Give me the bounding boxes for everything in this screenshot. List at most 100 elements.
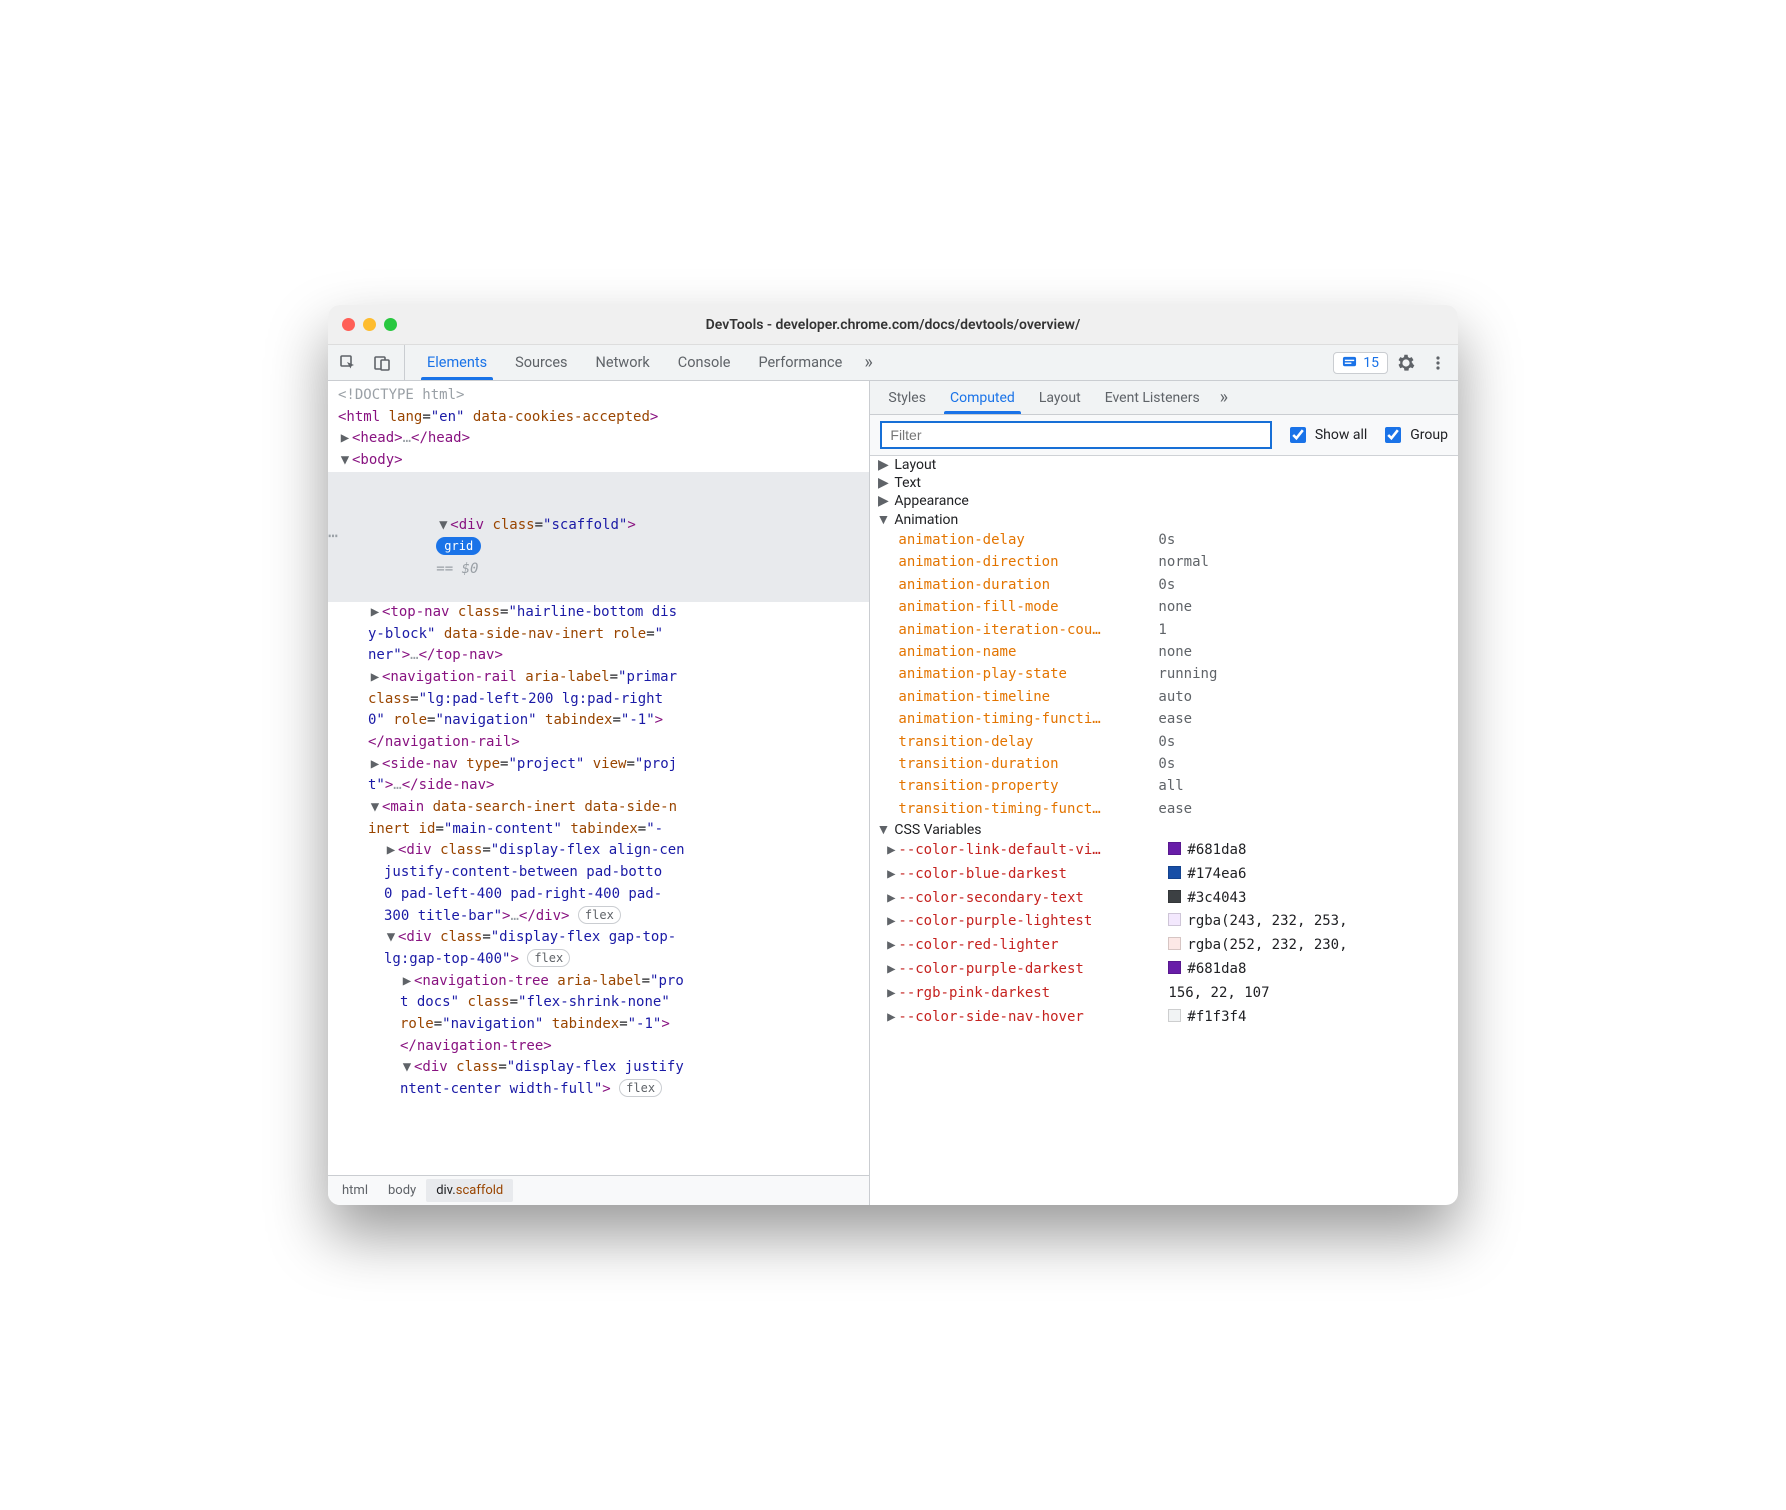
computed-property[interactable]: animation-directionnormal bbox=[870, 551, 1458, 573]
expand-icon[interactable]: ▶ bbox=[884, 1006, 898, 1030]
dom-navrail-l2[interactable]: class="lg:pad-left-200 lg:pad-right bbox=[328, 689, 869, 711]
more-menu-icon[interactable] bbox=[1424, 349, 1452, 377]
section-text[interactable]: ▶Text bbox=[870, 474, 1458, 492]
dom-navrail-l3[interactable]: 0" role="navigation" tabindex="-1"> bbox=[328, 710, 869, 732]
dom-head[interactable]: ▶<head>…</head> bbox=[328, 428, 869, 450]
section-layout[interactable]: ▶Layout bbox=[870, 456, 1458, 474]
css-variable[interactable]: ▶--color-purple-darkest#681da8 bbox=[870, 958, 1458, 982]
dom-html-open[interactable]: <html lang="en" data-cookies-accepted> bbox=[328, 407, 869, 429]
dom-div-titlebar-l3[interactable]: 0 pad-left-400 pad-right-400 pad- bbox=[328, 884, 869, 906]
computed-property[interactable]: transition-delay0s bbox=[870, 731, 1458, 753]
css-variable[interactable]: ▶--color-secondary-text#3c4043 bbox=[870, 887, 1458, 911]
group-input[interactable] bbox=[1385, 427, 1401, 443]
more-subtabs-icon[interactable]: » bbox=[1212, 381, 1236, 414]
expand-icon[interactable]: ▶ bbox=[884, 887, 898, 911]
color-swatch[interactable] bbox=[1168, 890, 1181, 903]
color-swatch[interactable] bbox=[1168, 937, 1181, 950]
dom-tree[interactable]: <!DOCTYPE html> <html lang="en" data-coo… bbox=[328, 381, 869, 1175]
section-appearance[interactable]: ▶Appearance bbox=[870, 492, 1458, 510]
css-variable[interactable]: ▶--color-blue-darkest#174ea6 bbox=[870, 863, 1458, 887]
section-animation[interactable]: ▼Animation bbox=[870, 510, 1458, 529]
computed-property[interactable]: animation-iteration-cou…1 bbox=[870, 619, 1458, 641]
breadcrumb-div-scaffold[interactable]: div.scaffold bbox=[426, 1179, 513, 1202]
tab-elements[interactable]: Elements bbox=[413, 345, 501, 380]
computed-property[interactable]: animation-timelineauto bbox=[870, 686, 1458, 708]
color-swatch[interactable] bbox=[1168, 913, 1181, 926]
dom-div-titlebar-l2[interactable]: justify-content-between pad-botto bbox=[328, 862, 869, 884]
dom-sidenav-l2[interactable]: t">…</side-nav> bbox=[328, 775, 869, 797]
color-swatch[interactable] bbox=[1168, 842, 1181, 855]
dom-main[interactable]: ▼<main data-search-inert data-side-n bbox=[328, 797, 869, 819]
computed-property[interactable]: animation-delay0s bbox=[870, 529, 1458, 551]
device-toolbar-icon[interactable] bbox=[368, 349, 396, 377]
css-variable[interactable]: ▶--color-link-default-vi…#681da8 bbox=[870, 839, 1458, 863]
filter-input[interactable] bbox=[880, 421, 1271, 449]
issues-button[interactable]: 15 bbox=[1333, 352, 1388, 374]
tab-sources[interactable]: Sources bbox=[501, 345, 581, 380]
layout-badge-flex-3[interactable]: flex bbox=[619, 1079, 662, 1097]
css-variable[interactable]: ▶--color-red-lighterrgba(252, 232, 230, bbox=[870, 934, 1458, 958]
close-window-button[interactable] bbox=[342, 318, 355, 331]
css-variable[interactable]: ▶--rgb-pink-darkest156, 22, 107 bbox=[870, 982, 1458, 1006]
dom-scaffold-row[interactable]: ⋯ ▼<div class="scaffold"> grid == $0 bbox=[328, 472, 869, 602]
group-checkbox[interactable]: Group bbox=[1381, 424, 1448, 446]
computed-property[interactable]: animation-timing-functi…ease bbox=[870, 708, 1458, 730]
settings-icon[interactable] bbox=[1392, 349, 1420, 377]
computed-property[interactable]: animation-duration0s bbox=[870, 574, 1458, 596]
subtab-styles[interactable]: Styles bbox=[876, 381, 938, 414]
expand-icon[interactable]: ▶ bbox=[884, 863, 898, 887]
layout-badge-flex-2[interactable]: flex bbox=[527, 949, 570, 967]
dom-navrail[interactable]: ▶<navigation-rail aria-label="primar bbox=[328, 667, 869, 689]
dom-div-gap[interactable]: ▼<div class="display-flex gap-top- bbox=[328, 927, 869, 949]
show-all-input[interactable] bbox=[1290, 427, 1306, 443]
expand-icon[interactable]: ▶ bbox=[884, 958, 898, 982]
expand-icon[interactable]: ▶ bbox=[884, 839, 898, 863]
color-swatch[interactable] bbox=[1168, 866, 1181, 879]
color-swatch[interactable] bbox=[1168, 1009, 1181, 1022]
computed-property[interactable]: transition-duration0s bbox=[870, 753, 1458, 775]
breadcrumb-html[interactable]: html bbox=[332, 1179, 378, 1202]
dom-navtree-l2[interactable]: t docs" class="flex-shrink-none" bbox=[328, 992, 869, 1014]
dom-main-l2[interactable]: inert id="main-content" tabindex="- bbox=[328, 819, 869, 841]
dom-div-titlebar-l4[interactable]: 300 title-bar">…</div> flex bbox=[328, 906, 869, 928]
show-all-checkbox[interactable]: Show all bbox=[1286, 424, 1367, 446]
tab-performance[interactable]: Performance bbox=[744, 345, 856, 380]
inspect-element-icon[interactable] bbox=[334, 349, 362, 377]
dom-body[interactable]: ▼<body> bbox=[328, 450, 869, 472]
breadcrumb-body[interactable]: body bbox=[378, 1179, 426, 1202]
maximize-window-button[interactable] bbox=[384, 318, 397, 331]
dom-navtree-l4[interactable]: </navigation-tree> bbox=[328, 1036, 869, 1058]
dom-div-width-full-l2[interactable]: ntent-center width-full"> flex bbox=[328, 1079, 869, 1101]
section-css-variables[interactable]: ▼CSS Variables bbox=[870, 820, 1458, 839]
dom-topnav-l2[interactable]: y-block" data-side-nav-inert role=" bbox=[328, 624, 869, 646]
more-tabs-icon[interactable]: » bbox=[856, 345, 880, 380]
dom-navtree-l3[interactable]: role="navigation" tabindex="-1"> bbox=[328, 1014, 869, 1036]
row-actions-icon[interactable]: ⋯ bbox=[328, 472, 340, 602]
computed-property[interactable]: transition-propertyall bbox=[870, 775, 1458, 797]
tab-network[interactable]: Network bbox=[582, 345, 664, 380]
dom-div-width-full[interactable]: ▼<div class="display-flex justify bbox=[328, 1057, 869, 1079]
subtab-computed[interactable]: Computed bbox=[938, 381, 1027, 414]
tab-console[interactable]: Console bbox=[664, 345, 745, 380]
dom-sidenav[interactable]: ▶<side-nav type="project" view="proj bbox=[328, 754, 869, 776]
dom-div-titlebar[interactable]: ▶<div class="display-flex align-cen bbox=[328, 840, 869, 862]
expand-icon[interactable]: ▶ bbox=[884, 934, 898, 958]
css-variable[interactable]: ▶--color-purple-lightestrgba(243, 232, 2… bbox=[870, 910, 1458, 934]
minimize-window-button[interactable] bbox=[363, 318, 376, 331]
dom-topnav[interactable]: ▶<top-nav class="hairline-bottom dis bbox=[328, 602, 869, 624]
computed-property[interactable]: animation-namenone bbox=[870, 641, 1458, 663]
dom-div-gap-l2[interactable]: lg:gap-top-400"> flex bbox=[328, 949, 869, 971]
expand-icon[interactable]: ▶ bbox=[884, 910, 898, 934]
computed-property[interactable]: animation-fill-modenone bbox=[870, 596, 1458, 618]
dom-navtree[interactable]: ▶<navigation-tree aria-label="pro bbox=[328, 971, 869, 993]
dom-topnav-l3[interactable]: ner">…</top-nav> bbox=[328, 645, 869, 667]
dom-navrail-l4[interactable]: </navigation-rail> bbox=[328, 732, 869, 754]
computed-property[interactable]: transition-timing-funct…ease bbox=[870, 798, 1458, 820]
expand-icon[interactable]: ▶ bbox=[884, 982, 898, 1006]
css-variable[interactable]: ▶--color-side-nav-hover#f1f3f4 bbox=[870, 1006, 1458, 1030]
subtab-event-listeners[interactable]: Event Listeners bbox=[1093, 381, 1212, 414]
subtab-layout[interactable]: Layout bbox=[1027, 381, 1093, 414]
computed-property[interactable]: animation-play-staterunning bbox=[870, 663, 1458, 685]
dom-doctype[interactable]: <!DOCTYPE html> bbox=[328, 385, 869, 407]
layout-badge-grid[interactable]: grid bbox=[436, 537, 481, 555]
